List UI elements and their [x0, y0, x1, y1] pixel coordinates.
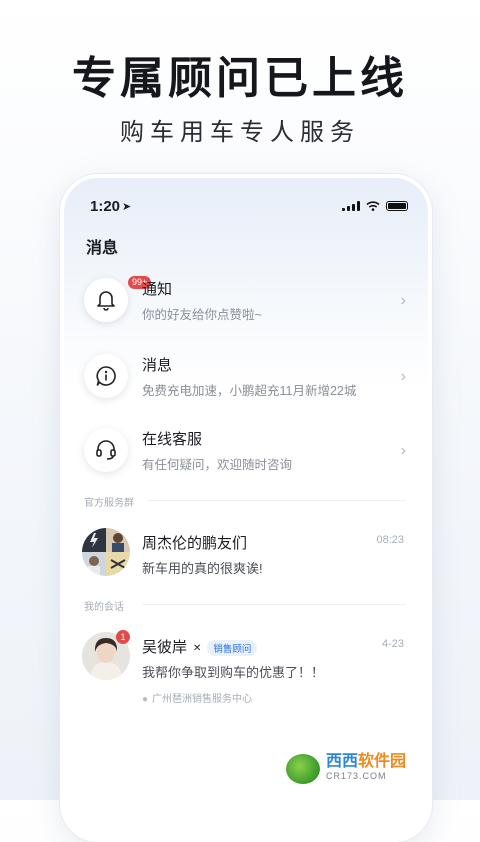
headset-icon — [96, 440, 116, 460]
bell-icon-wrap: 99+ — [84, 276, 152, 322]
chevron-right-icon: › — [400, 292, 406, 309]
status-icons — [342, 201, 408, 211]
phone-frame: 1:20 ➤ 消息 99+ 通知 你的好友给你点赞啦~ › 消息 免费充电加速，… — [60, 174, 432, 842]
section-label-official: 官方服务群 — [84, 498, 134, 509]
status-bar: 1:20 ➤ — [64, 198, 428, 218]
row-notifications[interactable]: 99+ 通知 你的好友给你点赞啦~ › — [64, 272, 428, 340]
row-title: 在线客服 — [142, 431, 203, 448]
chat-time: 4-23 — [381, 638, 404, 650]
location-arrow-icon: ➤ — [122, 201, 132, 213]
row-subtitle: 你的好友给你点赞啦~ — [142, 308, 262, 322]
chat-name: 周杰伦的鹏友们 — [142, 535, 248, 552]
watermark-text: 西西软件园 CR173.COM — [326, 753, 407, 783]
chat-name-line: 吴彼岸 ✕ 销售顾问 — [142, 636, 258, 657]
watermark-brand-2: 软件园 — [358, 753, 407, 770]
hero-subtitle: 购车用车专人服务 — [120, 119, 360, 146]
bell-icon — [97, 291, 115, 311]
battery-icon — [386, 201, 408, 211]
chevron-right-icon: › — [400, 368, 406, 385]
row-subtitle: 有任何疑问，欢迎随时咨询 — [142, 458, 293, 472]
info-icon — [96, 366, 116, 386]
location-line: ● 广州琶洲销售服务中心 — [142, 690, 252, 705]
row-customer-service[interactable]: 在线客服 有任何疑问，欢迎随时咨询 › — [64, 422, 428, 490]
headset-icon-wrap — [84, 428, 128, 472]
location-pin-icon: ● — [142, 694, 149, 705]
chat-time: 08:23 — [376, 534, 404, 546]
watermark-domain: CR173.COM — [326, 771, 387, 781]
location-text: 广州琶洲销售服务中心 — [152, 694, 253, 705]
signal-icon — [342, 201, 360, 211]
chat-name: 吴彼岸 — [142, 639, 188, 656]
hero-title: 专属顾问已上线 — [72, 54, 408, 103]
page-title: 消息 — [86, 240, 119, 257]
phone-screen: 1:20 ➤ 消息 99+ 通知 你的好友给你点赞啦~ › 消息 免费充电加速，… — [64, 178, 428, 838]
watermark: 西西软件园 CR173.COM — [286, 752, 466, 786]
group-avatar — [82, 528, 130, 576]
chat-message: 新车用的真的很爽诶! — [142, 561, 263, 576]
section-label-my-chats: 我的会话 — [84, 602, 124, 613]
unread-badge: 1 — [116, 630, 130, 644]
wifi-icon — [366, 201, 380, 211]
role-tag: 销售顾问 — [207, 640, 258, 657]
chevron-right-icon: › — [400, 442, 406, 459]
info-icon-wrap — [84, 354, 128, 398]
watermark-logo — [286, 754, 320, 784]
row-title: 通知 — [142, 281, 173, 298]
chat-item-advisor[interactable]: 1 吴彼岸 ✕ 销售顾问 4-23 我帮你争取到购车的优惠了！！ ● 广州琶洲销售服务… — [64, 630, 428, 705]
chat-item-group[interactable]: 周杰伦的鹏友们 08:23 新车用的真的很爽诶! — [64, 528, 428, 600]
divider — [142, 604, 406, 605]
row-title: 消息 — [142, 357, 173, 374]
watermark-brand-1: 西西 — [326, 753, 359, 770]
row-subtitle: 免费充电加速，小鹏超充11月新增22城 — [142, 384, 357, 398]
status-time: 1:20 — [90, 198, 121, 215]
brand-x-icon: ✕ — [193, 642, 202, 654]
divider — [148, 500, 406, 501]
row-messages[interactable]: 消息 免费充电加速，小鹏超充11月新增22城 › — [64, 348, 428, 416]
chat-message: 我帮你争取到购车的优惠了！！ — [142, 665, 325, 680]
